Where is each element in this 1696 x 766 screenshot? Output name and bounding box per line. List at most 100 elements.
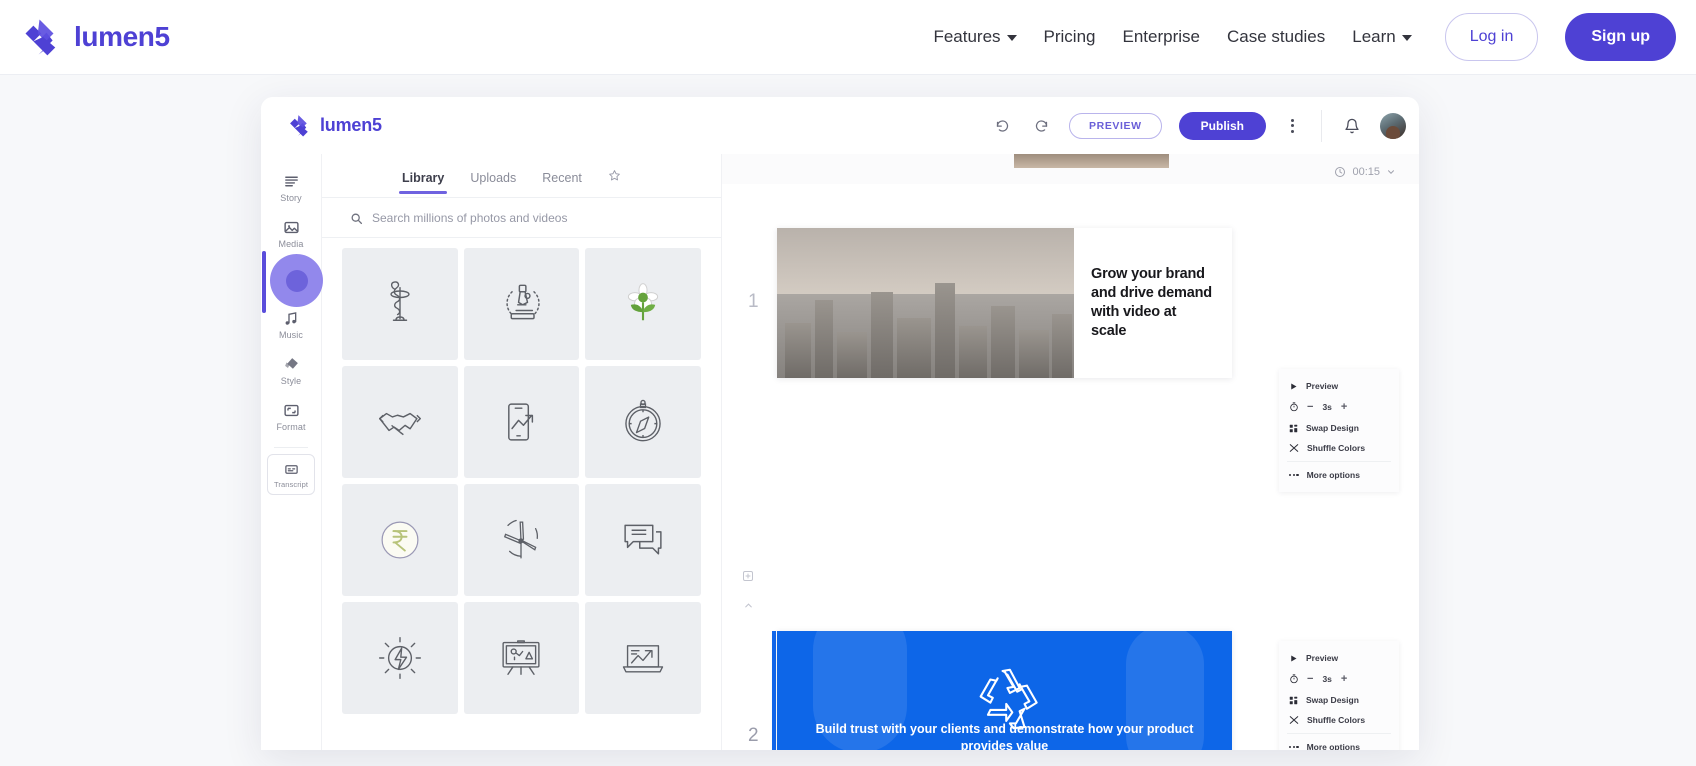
duration-increase-button[interactable]: +: [1341, 401, 1347, 413]
signup-button[interactable]: Sign up: [1565, 13, 1676, 61]
sidebar-item-music[interactable]: Music: [262, 302, 320, 347]
nav-item-enterprise[interactable]: Enterprise: [1123, 27, 1200, 47]
shuffle-icon: [1289, 443, 1299, 453]
scene-duration-control: − 3s +: [1279, 396, 1399, 418]
publish-button[interactable]: Publish: [1178, 111, 1266, 140]
sidebar-active-indicator: [262, 251, 266, 313]
swap-design-label: Swap Design: [1306, 423, 1359, 433]
chevron-up-icon[interactable]: [743, 598, 754, 616]
nav-item-learn[interactable]: Learn: [1352, 27, 1412, 47]
more-horizontal-icon: [1289, 745, 1299, 749]
library-item[interactable]: [585, 484, 701, 596]
preview-button[interactable]: PREVIEW: [1069, 112, 1162, 139]
library-item[interactable]: [342, 366, 458, 478]
story-lines-icon: [284, 176, 298, 187]
lumen5-logo-icon: [290, 115, 308, 137]
user-avatar[interactable]: [1380, 112, 1406, 139]
nav-label-enterprise: Enterprise: [1122, 27, 1200, 46]
tab-library[interactable]: Library: [398, 171, 448, 194]
duration-decrease-button[interactable]: −: [1307, 673, 1313, 685]
sidebar-label-music: Music: [278, 330, 303, 340]
format-frame-icon: [283, 404, 299, 417]
library-item[interactable]: [585, 366, 701, 478]
scene-number: 2: [748, 725, 759, 746]
library-item[interactable]: [585, 602, 701, 714]
login-button[interactable]: Log in: [1444, 13, 1539, 61]
library-tabs: Library Uploads Recent: [322, 154, 721, 198]
sidebar-label-media: Media: [278, 239, 304, 249]
nav-item-features[interactable]: Features: [933, 27, 1017, 47]
nav-item-case-studies[interactable]: Case studies: [1227, 27, 1325, 47]
swap-design-label: Swap Design: [1306, 695, 1359, 705]
library-item[interactable]: [342, 602, 458, 714]
swap-design-button[interactable]: Swap Design: [1279, 690, 1399, 710]
preview-scene-button[interactable]: Preview: [1279, 376, 1399, 396]
sidebar-item-style[interactable]: Style: [262, 347, 320, 393]
shuffle-icon: [1289, 715, 1299, 725]
duration-increase-button[interactable]: +: [1341, 673, 1347, 685]
sidebar-item-transcript[interactable]: Transcript: [267, 454, 315, 495]
library-item[interactable]: [463, 248, 580, 360]
scene-duration-control: − 3s +: [1279, 668, 1399, 690]
library-item[interactable]: [463, 366, 580, 478]
duration-value: 00:15: [1352, 166, 1380, 178]
duration-decrease-button[interactable]: −: [1307, 401, 1313, 413]
clock-icon: [1335, 167, 1346, 177]
shuffle-colors-label: Shuffle Colors: [1307, 715, 1366, 725]
search-input[interactable]: Search millions of photos and videos: [322, 198, 721, 238]
site-logo[interactable]: lumen5: [22, 16, 170, 58]
library-item[interactable]: [342, 248, 458, 360]
sidebar-item-media[interactable]: Media: [262, 210, 320, 256]
tab-uploads[interactable]: Uploads: [470, 171, 516, 194]
add-box-icon[interactable]: [742, 569, 754, 587]
library-item[interactable]: [463, 602, 580, 714]
nav-label-case-studies: Case studies: [1226, 27, 1326, 46]
video-duration[interactable]: 00:15: [1334, 166, 1396, 178]
nav-label-pricing: Pricing: [1043, 27, 1096, 46]
scene-card[interactable]: Build trust with your clients and demons…: [777, 631, 1232, 750]
duration-value-label: 3s: [1322, 402, 1332, 412]
scene-active-indicator: [772, 631, 776, 750]
sidebar-label-style: Style: [280, 376, 302, 386]
site-navbar: lumen5 Features Pricing Enterprise Case …: [0, 0, 1696, 75]
lumen5-logo-icon: [25, 19, 56, 56]
undo-icon[interactable]: [991, 115, 1013, 137]
rail-divider: [274, 447, 308, 448]
star-icon[interactable]: [608, 169, 621, 196]
scene-options-panel: Preview − 3s + Swap Design Shuffle Color…: [1279, 369, 1399, 492]
more-options-button[interactable]: More options: [1279, 465, 1399, 485]
bell-icon[interactable]: [1341, 115, 1363, 137]
solar-energy-icon: [378, 636, 421, 680]
library-item[interactable]: [463, 484, 580, 596]
sidebar-cursor-highlight: [270, 254, 323, 307]
shuffle-colors-button[interactable]: Shuffle Colors: [1279, 710, 1399, 730]
shuffle-colors-button[interactable]: Shuffle Colors: [1279, 438, 1399, 458]
library-item[interactable]: [342, 484, 458, 596]
tab-recent[interactable]: Recent: [542, 171, 582, 194]
sidebar-item-format[interactable]: Format: [262, 393, 320, 439]
preview-scene-label: Preview: [1306, 653, 1339, 663]
more-vertical-icon[interactable]: [1283, 117, 1302, 135]
app-topbar: lumen5 PREVIEW Publish: [261, 97, 1419, 154]
nav-item-pricing[interactable]: Pricing: [1044, 27, 1096, 47]
scene-card[interactable]: Grow your brand and drive demand with vi…: [777, 228, 1232, 378]
music-note-icon: [285, 312, 297, 325]
app-logo[interactable]: lumen5: [288, 113, 382, 138]
more-options-button[interactable]: More options: [1279, 737, 1399, 750]
library-item[interactable]: [585, 248, 701, 360]
duration-value-label: 3s: [1322, 674, 1332, 684]
style-layers-icon: [284, 358, 298, 369]
more-options-label: More options: [1306, 470, 1360, 480]
scene-headline: Grow your brand and drive demand with vi…: [1091, 265, 1212, 340]
scene-controls: [742, 569, 754, 616]
app-brand-name: lumen5: [320, 115, 382, 135]
sidebar-item-story[interactable]: Story: [262, 164, 320, 210]
preview-scene-button[interactable]: Preview: [1279, 648, 1399, 668]
library-icon-grid: [322, 238, 721, 714]
scene-thumbnail-partial: [1014, 154, 1169, 168]
redo-icon[interactable]: [1030, 115, 1052, 137]
swap-design-button[interactable]: Swap Design: [1279, 418, 1399, 438]
nav-label-learn: Learn: [1352, 27, 1396, 46]
scene-number: 1: [748, 291, 759, 312]
microscope-icon: [506, 284, 541, 320]
